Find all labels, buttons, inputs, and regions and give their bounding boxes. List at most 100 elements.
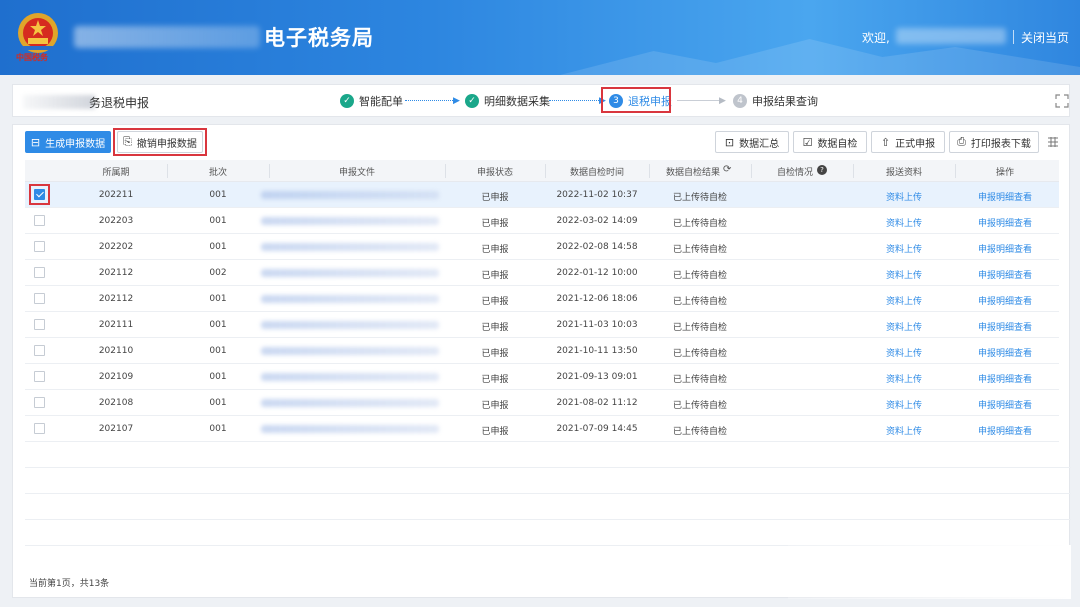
table-row[interactable]: 202107 001 已申报 2021-07-09 14:45 已上传待自检 资料上传 申报… <box>25 416 1059 442</box>
check-icon: ✓ <box>465 94 479 108</box>
view-details-link[interactable]: 申报明细查看 <box>978 398 1032 411</box>
redacted-declaration-file[interactable] <box>261 269 439 277</box>
printer-icon: ⎙ <box>957 135 966 148</box>
app-header: 中国税务 电子税务局 欢迎, 关闭当页 <box>0 0 1080 75</box>
column-header-file[interactable]: 申报文件 <box>339 165 375 178</box>
column-divider <box>545 164 546 178</box>
column-divider <box>649 164 650 178</box>
table-row[interactable]: 202211 001 已申报 2022-11-02 10:37 已上传待自检 资料上传 申报… <box>25 182 1059 208</box>
cell-status: 已申报 <box>481 401 509 411</box>
redacted-declaration-file[interactable] <box>261 217 439 225</box>
cell-period: 202112 <box>98 294 134 304</box>
view-details-link[interactable]: 申报明细查看 <box>978 242 1032 255</box>
upload-materials-link[interactable]: 资料上传 <box>886 346 922 359</box>
close-page-link[interactable]: 关闭当页 <box>1021 29 1069 46</box>
cell-check-result: 已上传待自检 <box>672 193 728 203</box>
cell-check-time: 2021-11-03 10:03 <box>556 320 638 330</box>
view-details-link[interactable]: 申报明细查看 <box>978 294 1032 307</box>
row-checkbox[interactable] <box>34 345 45 356</box>
welcome-text: 欢迎, <box>862 31 890 45</box>
table-row[interactable]: 202203 001 已申报 2022-03-02 14:09 已上传待自检 资料上传 申报… <box>25 208 1059 234</box>
cell-period: 202107 <box>98 424 134 434</box>
column-header-check-status[interactable]: 自检情况 <box>777 165 813 178</box>
cell-period: 202202 <box>98 242 134 252</box>
table-row[interactable]: 202110 001 已申报 2021-10-11 13:50 已上传待自检 资料上传 申报… <box>25 338 1059 364</box>
row-checkbox[interactable] <box>34 215 45 226</box>
column-header-check-result[interactable]: 数据自检结果 <box>666 165 720 178</box>
cell-check-time: 2022-11-02 10:37 <box>556 190 638 200</box>
view-details-link[interactable]: 申报明细查看 <box>978 320 1032 333</box>
column-settings-icon[interactable] <box>1047 136 1059 148</box>
formal-declare-button[interactable]: ⇧ 正式申报 <box>871 131 945 153</box>
help-icon[interactable]: ? <box>817 165 827 175</box>
redacted-declaration-file[interactable] <box>261 373 439 381</box>
table-row[interactable]: 202109 001 已申报 2021-09-13 09:01 已上传待自检 资料上传 申报… <box>25 364 1059 390</box>
row-checkbox[interactable] <box>34 423 45 434</box>
step-1[interactable]: ✓ 智能配单 <box>340 93 403 109</box>
column-header-materials[interactable]: 报送资料 <box>886 165 922 178</box>
cell-batch: 001 <box>209 242 227 252</box>
view-details-link[interactable]: 申报明细查看 <box>978 372 1032 385</box>
column-header-batch[interactable]: 批次 <box>209 165 227 178</box>
upload-materials-link[interactable]: 资料上传 <box>886 242 922 255</box>
refresh-icon[interactable]: ⟳ <box>723 164 731 175</box>
upload-materials-link[interactable]: 资料上传 <box>886 216 922 229</box>
cell-period: 202112 <box>98 268 134 278</box>
redacted-region-name <box>74 26 260 48</box>
table-row[interactable]: 202112 002 已申报 2022-01-12 10:00 已上传待自检 资料上传 申报… <box>25 260 1059 286</box>
upload-materials-link[interactable]: 资料上传 <box>886 398 922 411</box>
data-selfcheck-button[interactable]: ☑ 数据自检 <box>793 131 867 153</box>
upload-materials-link[interactable]: 资料上传 <box>886 190 922 203</box>
upload-materials-link[interactable]: 资料上传 <box>886 372 922 385</box>
table-row[interactable]: 202111 001 已申报 2021-11-03 10:03 已上传待自检 资料上传 申报… <box>25 312 1059 338</box>
view-details-link[interactable]: 申报明细查看 <box>978 268 1032 281</box>
step-4[interactable]: 4 申报结果查询 <box>733 93 818 109</box>
redacted-declaration-file[interactable] <box>261 295 439 303</box>
upload-materials-link[interactable]: 资料上传 <box>886 424 922 437</box>
step-2[interactable]: ✓ 明细数据采集 <box>465 93 550 109</box>
upload-materials-link[interactable]: 资料上传 <box>886 268 922 281</box>
table-row[interactable]: 202112 001 已申报 2021-12-06 18:06 已上传待自检 资料上传 申报… <box>25 286 1059 312</box>
table-row[interactable]: 202202 001 已申报 2022-02-08 14:58 已上传待自检 资料上传 申报… <box>25 234 1059 260</box>
cell-status: 已申报 <box>481 219 509 229</box>
cell-check-result: 已上传待自检 <box>672 219 728 229</box>
step-connector <box>405 100 455 101</box>
row-checkbox[interactable] <box>34 319 45 330</box>
row-checkbox[interactable] <box>34 371 45 382</box>
row-checkbox[interactable] <box>34 293 45 304</box>
column-header-actions[interactable]: 操作 <box>996 165 1014 178</box>
redacted-declaration-file[interactable] <box>261 191 439 199</box>
row-checkbox[interactable] <box>34 267 45 278</box>
cell-batch: 002 <box>209 268 227 278</box>
redacted-declaration-file[interactable] <box>261 399 439 407</box>
upload-materials-link[interactable]: 资料上传 <box>886 320 922 333</box>
redacted-declaration-file[interactable] <box>261 243 439 251</box>
table-row[interactable]: 202108 001 已申报 2021-08-02 11:12 已上传待自检 资料上传 申报… <box>25 390 1059 416</box>
upload-materials-link[interactable]: 资料上传 <box>886 294 922 307</box>
print-download-button[interactable]: ⎙ 打印报表下载 <box>949 131 1039 153</box>
generate-data-button[interactable]: ⊟ 生成申报数据 <box>25 131 111 153</box>
cell-period: 202108 <box>98 398 134 408</box>
fullscreen-icon[interactable] <box>1055 94 1069 108</box>
data-summary-button[interactable]: ⊡ 数据汇总 <box>715 131 789 153</box>
redacted-username <box>896 28 1006 44</box>
column-header-period[interactable]: 所属期 <box>102 165 129 178</box>
table-header: 所属期 批次 申报文件 申报状态 数据自检时间 数据自检结果 ⟳ 自检情况 ? … <box>25 160 1059 182</box>
cell-status: 已申报 <box>481 297 509 307</box>
row-checkbox[interactable] <box>34 241 45 252</box>
button-label: 正式申报 <box>895 138 936 150</box>
row-checkbox[interactable] <box>34 397 45 408</box>
column-divider <box>167 164 168 178</box>
column-header-status[interactable]: 申报状态 <box>477 165 513 178</box>
column-header-check-time[interactable]: 数据自检时间 <box>570 165 624 178</box>
view-details-link[interactable]: 申报明细查看 <box>978 424 1032 437</box>
view-details-link[interactable]: 申报明细查看 <box>978 190 1032 203</box>
cell-check-time: 2021-07-09 14:45 <box>556 424 638 434</box>
view-details-link[interactable]: 申报明细查看 <box>978 216 1032 229</box>
view-details-link[interactable]: 申报明细查看 <box>978 346 1032 359</box>
redacted-declaration-file[interactable] <box>261 321 439 329</box>
redacted-declaration-file[interactable] <box>261 347 439 355</box>
cell-check-result: 已上传待自检 <box>672 375 728 385</box>
redacted-declaration-file[interactable] <box>261 425 439 433</box>
cell-batch: 001 <box>209 424 227 434</box>
